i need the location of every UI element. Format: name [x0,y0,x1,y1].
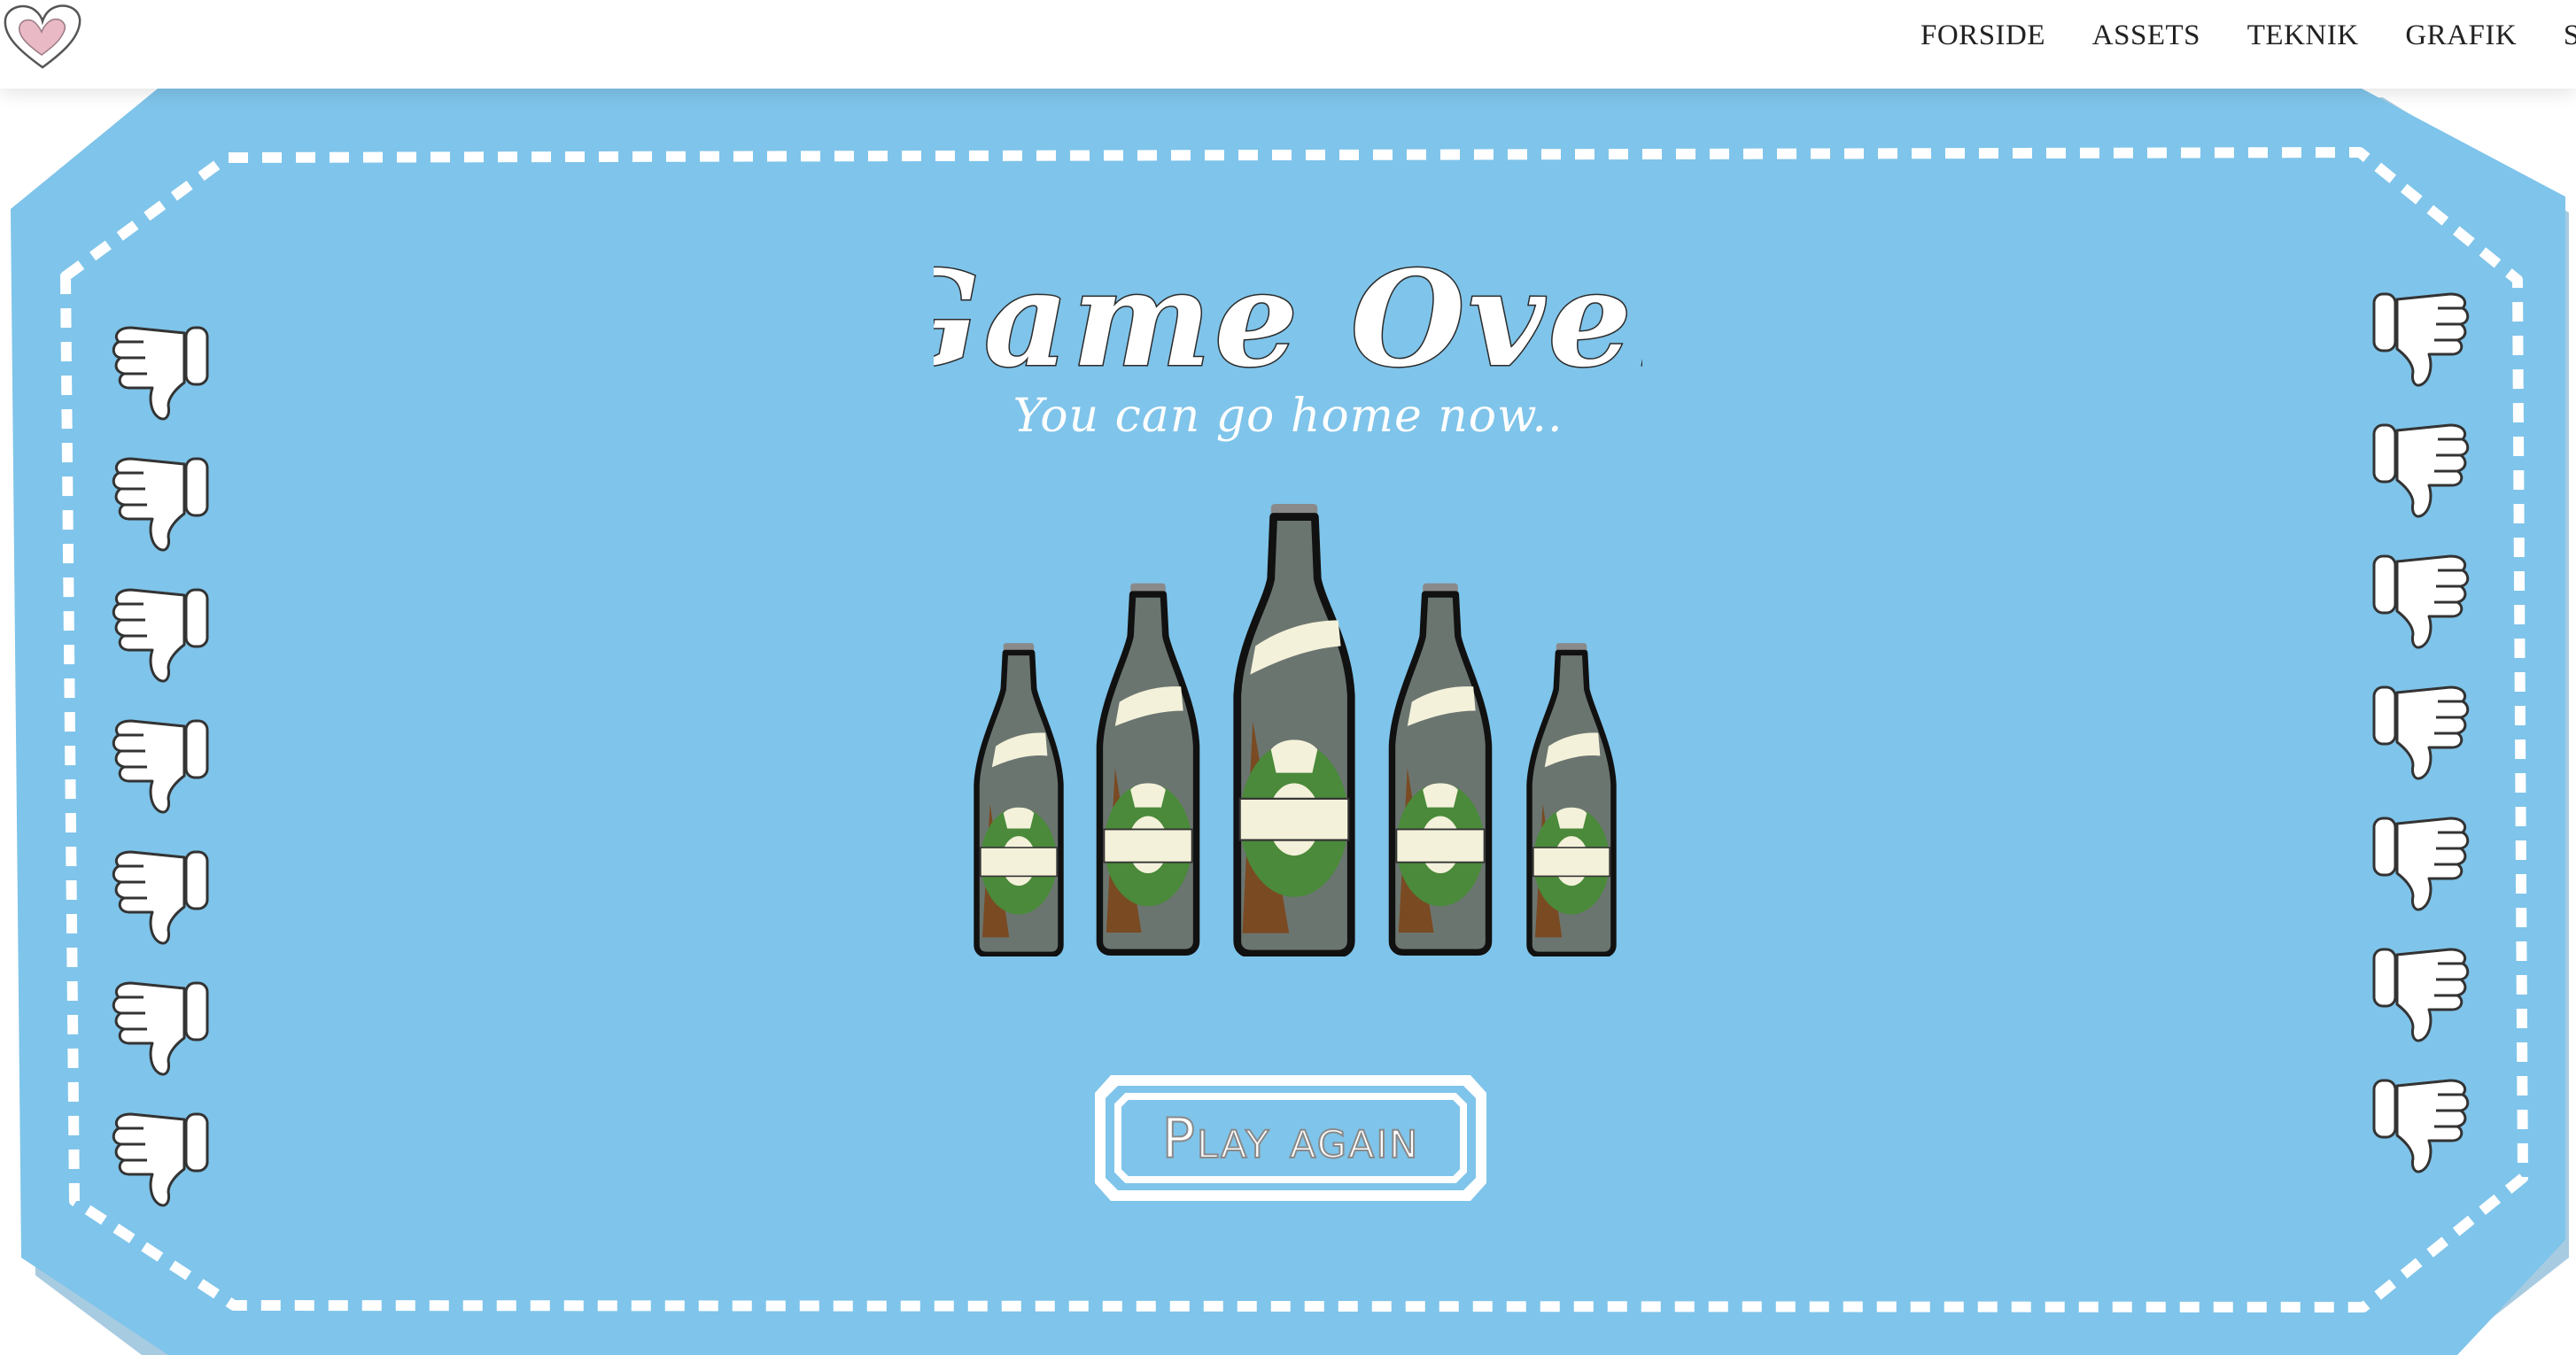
top-navbar: FORSIDE ASSETS TEKNIK GRAFIK SPIL [0,0,2576,89]
beer-bottle [1526,643,1617,956]
game-page: FORSIDE ASSETS TEKNIK GRAFIK SPIL Game O… [0,0,2576,1355]
thumbs-down-icon [112,1112,209,1207]
thumbs-down-icon [112,457,209,552]
beer-bottle [974,643,1064,956]
game-over-title-wrap: Game Over [934,232,1642,409]
game-over-title: Game Over [934,242,1642,396]
nav-link-forside[interactable]: FORSIDE [1920,19,2045,52]
thumbs-down-icon [112,588,209,683]
play-again-button[interactable]: Play again [1091,1072,1490,1204]
thumbs-down-icon [112,719,209,814]
thumbs-down-icon [2372,1079,2470,1173]
thumbs-down-icon [2372,817,2470,911]
nav-link-spil[interactable]: SPIL [2564,19,2576,52]
play-again-label: Play again [1161,1105,1420,1172]
beer-bottle [1096,583,1200,956]
heart-icon[interactable] [0,0,85,74]
nav-link-assets[interactable]: ASSETS [2092,19,2200,52]
thumbs-down-icon [112,326,209,421]
nav-link-teknik[interactable]: TEKNIK [2247,19,2359,52]
game-over-subtitle: You can go home now.. [1013,390,1563,443]
nav-link-grafik[interactable]: GRAFIK [2405,19,2517,52]
beer-bottle [1233,503,1355,956]
thumbs-down-icon [112,850,209,945]
thumbs-down-icon [2372,423,2470,518]
nav-links: FORSIDE ASSETS TEKNIK GRAFIK SPIL [1920,19,2576,52]
thumbs-down-icon [2372,554,2470,649]
thumbs-down-icon [112,981,209,1076]
beer-bottle [1388,583,1493,956]
thumbs-down-icon [2372,685,2470,780]
thumbs-down-icon [2372,292,2470,387]
thumbs-down-icon [2372,948,2470,1042]
